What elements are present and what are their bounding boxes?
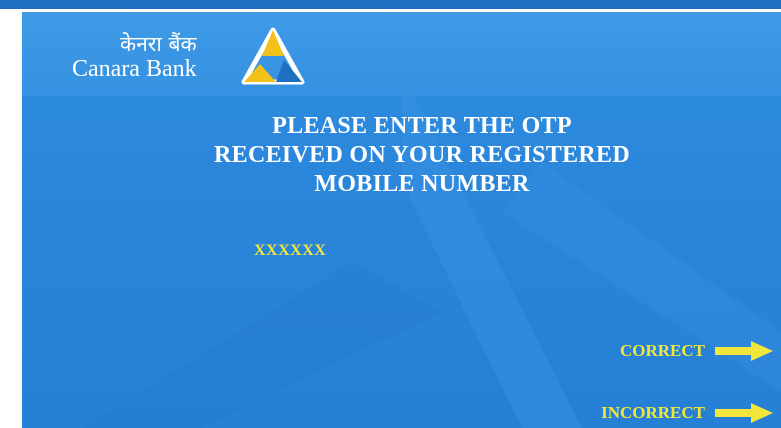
bank-logo: केनरा बैंक Canara Bank: [72, 26, 342, 90]
incorrect-button[interactable]: INCORRECT: [601, 402, 775, 424]
incorrect-label: INCORRECT: [601, 403, 705, 422]
top-bar: [0, 0, 781, 9]
prompt-line-3: MOBILE NUMBER: [314, 171, 530, 197]
right-arrow-icon: [715, 403, 773, 423]
prompt-line-1: PLEASE ENTER THE OTP: [272, 113, 572, 139]
atm-screen: केनरा बैंक Canara Bank PLEASE ENTER THE …: [22, 12, 781, 428]
correct-button[interactable]: CORRECT: [620, 340, 775, 362]
prompt-line-2: RECEIVED ON YOUR REGISTERED: [214, 142, 630, 168]
bank-name-hindi: केनरा बैंक: [120, 32, 197, 56]
otp-display: XXXXXX: [254, 242, 327, 259]
atm-frame: केनरा बैंक Canara Bank PLEASE ENTER THE …: [0, 0, 781, 428]
right-arrow-icon: [715, 341, 773, 361]
bank-name-english: Canara Bank: [72, 56, 197, 82]
canara-triangle-logo-icon: [241, 27, 305, 85]
correct-label: CORRECT: [619, 341, 705, 360]
otp-prompt: PLEASE ENTER THE OTP RECEIVED ON YOUR RE…: [122, 112, 722, 199]
